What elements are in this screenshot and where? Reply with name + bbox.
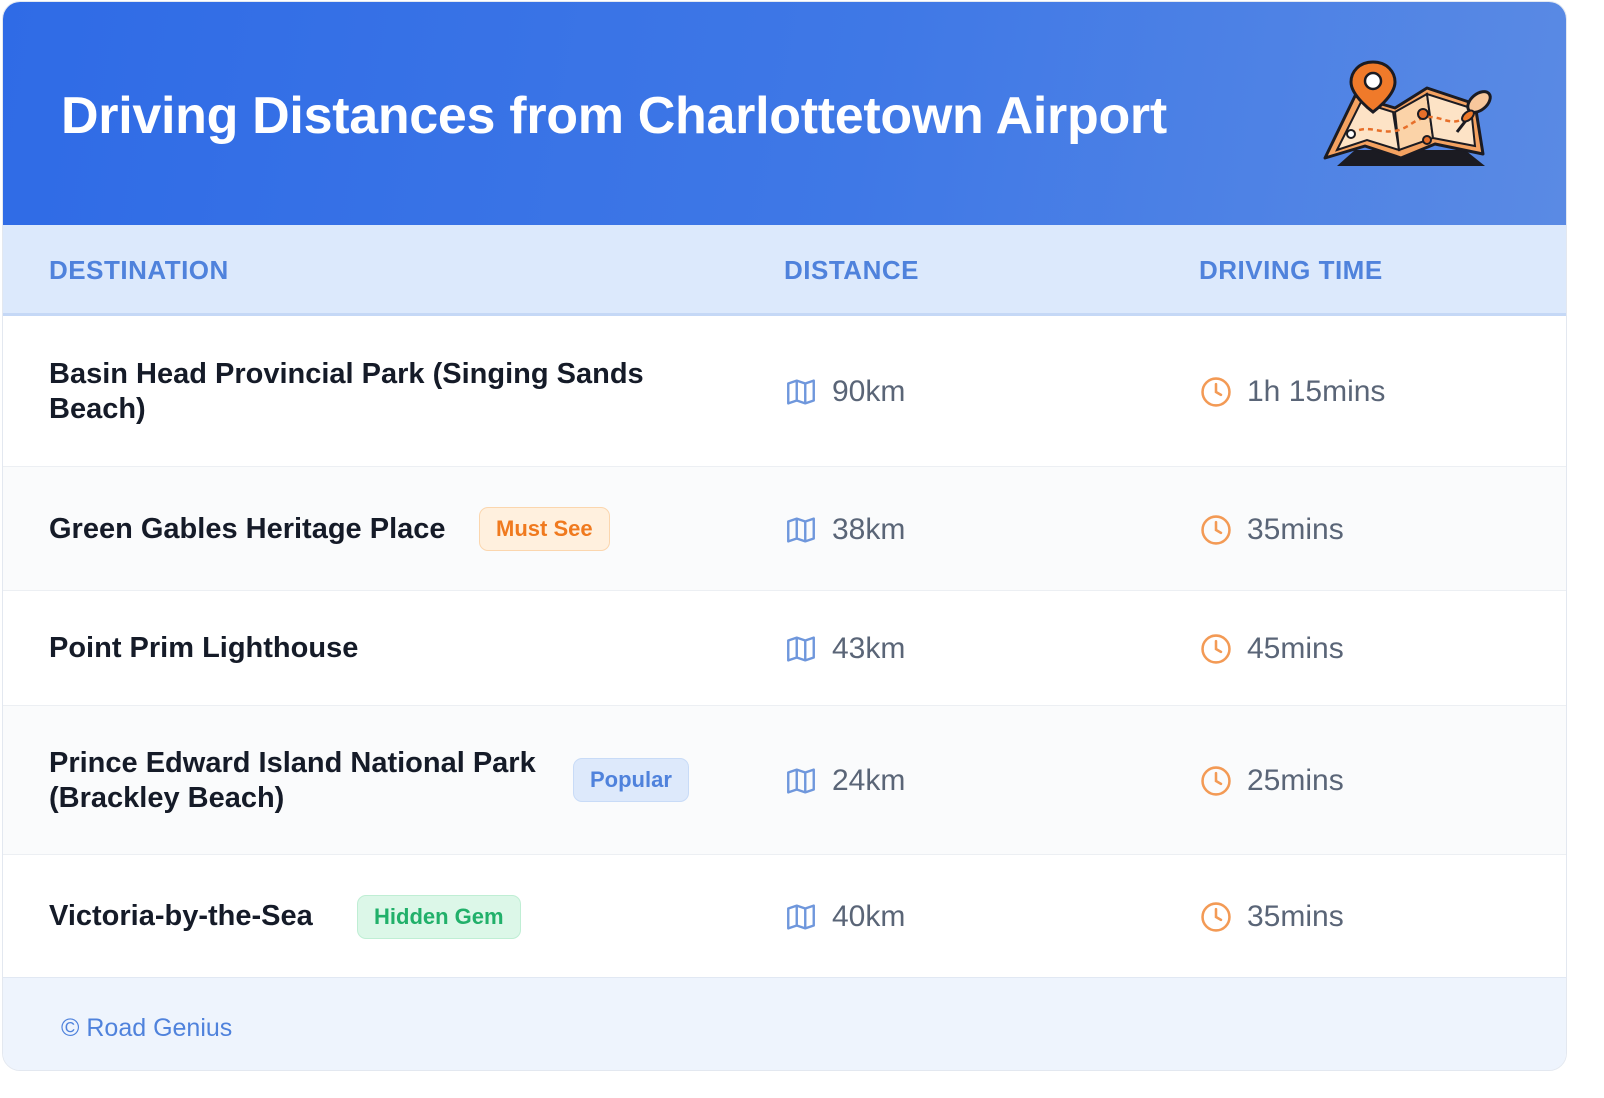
map-icon [787, 379, 815, 405]
time-cell: 45mins [1199, 629, 1344, 669]
footer: © Road Genius [3, 977, 1566, 1070]
distance-cell: 40km [784, 897, 905, 937]
time-value: 35mins [1247, 900, 1344, 933]
page-title: Driving Distances from Charlottetown Air… [61, 87, 1167, 145]
distance-cell: 90km [784, 372, 905, 412]
table-row: Victoria-by-the-Sea Hidden Gem 40km 35mi… [3, 855, 1566, 977]
table-row: Basin Head Provincial Park (Singing Sand… [3, 316, 1566, 467]
distance-cell: 43km [784, 629, 905, 669]
distance-value: 38km [832, 513, 906, 546]
column-header-destination: DESTINATION [49, 255, 229, 285]
clock-icon [1201, 634, 1231, 664]
distance-card: Driving Distances from Charlottetown Air… [2, 1, 1567, 1071]
distance-value: 90km [832, 375, 906, 408]
distance-cell: 38km [784, 510, 905, 550]
distance-value: 43km [832, 632, 906, 665]
time-cell: 35mins [1199, 897, 1344, 937]
destination-name: Victoria-by-the-Sea [49, 900, 313, 932]
time-value: 25mins [1247, 764, 1344, 797]
distance-value: 24km [832, 764, 906, 797]
destination-name: Green Gables Heritage Place [49, 513, 446, 545]
clock-icon [1201, 377, 1231, 407]
time-value: 35mins [1247, 513, 1344, 546]
destination-name: Prince Edward Island National Park (Brac… [49, 747, 536, 814]
table-header: DESTINATION DISTANCE DRIVING TIME [3, 225, 1566, 316]
clock-icon [1201, 515, 1231, 545]
folded-map-with-pin-icon [1323, 60, 1492, 166]
destination-name: Basin Head Provincial Park (Singing Sand… [49, 358, 644, 425]
table-row: Point Prim Lighthouse 43km 45mins [3, 591, 1566, 706]
must-see-badge: Must See [479, 507, 610, 551]
time-value: 45mins [1247, 632, 1344, 665]
table-row: Prince Edward Island National Park (Brac… [3, 706, 1566, 855]
column-header-driving-time: DRIVING TIME [1199, 255, 1383, 285]
clock-icon [1201, 766, 1231, 796]
distance-cell: 24km [784, 761, 905, 801]
map-icon [787, 904, 815, 930]
copyright-text: © Road Genius [61, 1014, 233, 1042]
hidden-gem-badge: Hidden Gem [357, 895, 521, 939]
time-cell: 1h 15mins [1199, 372, 1385, 412]
header-banner: Driving Distances from Charlottetown Air… [3, 2, 1566, 225]
map-icon [787, 636, 815, 662]
column-header-distance: DISTANCE [784, 255, 919, 285]
map-icon [787, 768, 815, 794]
time-value: 1h 15mins [1247, 375, 1386, 408]
destination-name: Point Prim Lighthouse [49, 632, 359, 664]
popular-badge: Popular [573, 758, 689, 802]
time-cell: 35mins [1199, 510, 1344, 550]
time-cell: 25mins [1199, 761, 1344, 801]
table-row: Green Gables Heritage Place Must See 38k… [3, 467, 1566, 591]
clock-icon [1201, 902, 1231, 932]
distance-value: 40km [832, 900, 906, 933]
map-icon [787, 517, 815, 543]
